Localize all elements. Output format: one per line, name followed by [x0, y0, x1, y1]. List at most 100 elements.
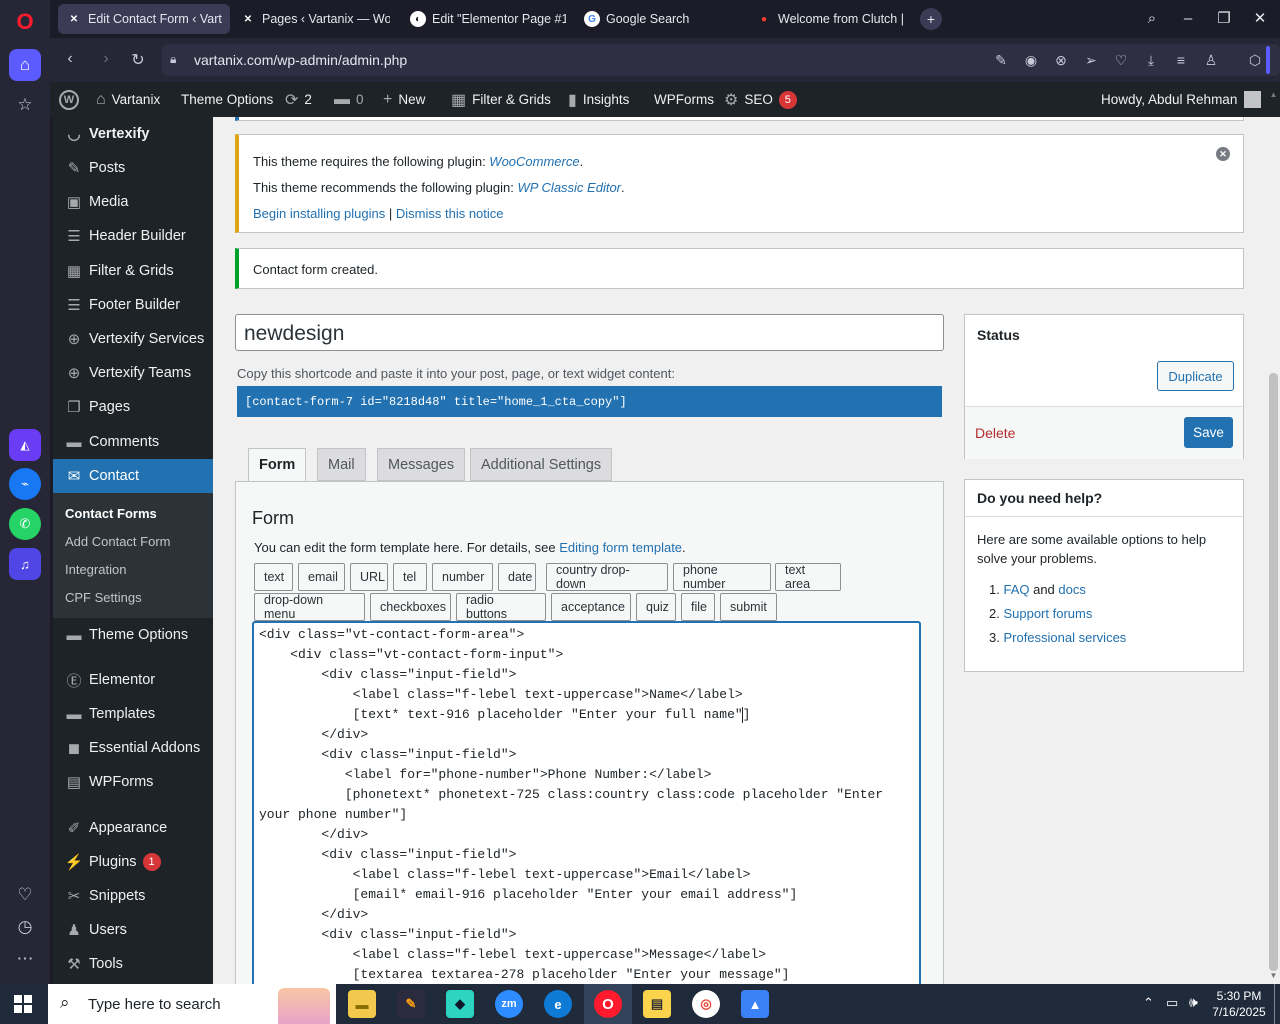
search-tabs-icon[interactable]: ⌕ — [1140, 8, 1164, 30]
sidebar-item-filter-grids[interactable]: ▦ Filter & Grids — [53, 254, 213, 288]
menu-icon[interactable]: ≡ — [1172, 52, 1190, 68]
sidebar-item-snippets[interactable]: ✂ Snippets — [53, 879, 213, 913]
form-title-input[interactable]: newdesign — [235, 314, 944, 351]
sidebar-item-essential-addons[interactable]: ◼ Essential Addons — [53, 731, 213, 765]
sidebar-item-users[interactable]: ♟ Users — [53, 913, 213, 947]
tab-form[interactable]: Form — [248, 448, 307, 482]
sidebar-item-header-builder[interactable]: ☰ Header Builder — [53, 219, 213, 253]
sidebar-item-pages[interactable]: ❐ Pages — [53, 390, 213, 424]
sidebar-item-footer-builder[interactable]: ☰ Footer Builder — [53, 288, 213, 322]
scroll-up-icon[interactable]: ▲ — [1269, 90, 1278, 100]
bookmark-heart-icon[interactable]: ♡ — [1112, 52, 1130, 69]
admin-bar-comments[interactable]: ▬ 0 — [334, 82, 364, 117]
admin-bar-new[interactable]: + New — [383, 82, 425, 117]
volume-icon[interactable]: 🕪︎ — [1189, 994, 1198, 1011]
sticky-notes-icon[interactable]: ▤ — [643, 990, 671, 1018]
sidebar-item-vertexify-services[interactable]: ⊕ Vertexify Services — [53, 322, 213, 356]
faq-link[interactable]: FAQ — [1003, 582, 1029, 597]
sidebar-item-vertexify[interactable]: ◡ Vertexify — [53, 117, 213, 151]
tag-button-acceptance[interactable]: acceptance — [551, 593, 631, 621]
tag-button-date[interactable]: date — [498, 563, 536, 591]
show-desktop-button[interactable] — [1274, 984, 1275, 1024]
admin-bar-site[interactable]: ⌂ Vartanix — [96, 82, 160, 117]
opera-taskbar-icon[interactable]: O — [594, 990, 622, 1018]
music-player-icon[interactable]: ♫ — [9, 548, 41, 580]
dismiss-icon[interactable]: ✕ — [1216, 147, 1230, 161]
download-icon[interactable]: ⤓ — [1142, 52, 1160, 69]
docs-link[interactable]: docs — [1058, 582, 1085, 597]
heart-icon[interactable]: ♡ — [9, 879, 41, 911]
sidebar-item-vertexify-teams[interactable]: ⊕ Vertexify Teams — [53, 356, 213, 390]
sidebar-item-elementor[interactable]: Ⓔ Elementor — [53, 663, 213, 697]
tab-google-search[interactable]: G Google Search — [576, 4, 736, 34]
admin-bar-filter-grids[interactable]: ▦ Filter & Grids — [451, 82, 551, 117]
whatsapp-icon[interactable]: ✆ — [9, 508, 41, 540]
tab-edit-contact-form[interactable]: ✕ Edit Contact Form ‹ Vartan — [58, 4, 230, 34]
admin-bar-insights[interactable]: ▮ Insights — [568, 82, 629, 117]
file-explorer-icon[interactable]: ▬ — [348, 990, 376, 1018]
admin-bar-seo[interactable]: ⚙ SEO 5 — [724, 82, 797, 117]
edge-icon[interactable]: e — [544, 990, 572, 1018]
network-icon[interactable]: ▭ — [1166, 995, 1178, 1011]
reload-icon[interactable]: ↻ — [128, 50, 148, 70]
taskbar-search[interactable]: ⌕ Type here to search — [48, 984, 336, 1024]
send-icon[interactable]: ➢ — [1082, 52, 1100, 69]
admin-bar-theme-options[interactable]: Theme Options — [181, 82, 273, 117]
classic-editor-link[interactable]: WP Classic Editor — [517, 180, 621, 195]
tag-button-country-drop-down[interactable]: country drop-down — [546, 563, 668, 591]
tag-button-email[interactable]: email — [298, 563, 345, 591]
support-forums-link[interactable]: Support forums — [1003, 606, 1092, 621]
tag-button-phone-number[interactable]: phone number — [673, 563, 771, 591]
adblock-icon[interactable]: ⊗ — [1052, 52, 1070, 69]
zoom-icon[interactable]: zm — [495, 990, 523, 1018]
tab-pages[interactable]: ✕ Pages ‹ Vartanix — WordP — [232, 4, 398, 34]
wp-logo-icon[interactable]: W — [59, 82, 79, 117]
forward-icon[interactable]: › — [96, 50, 116, 68]
star-icon[interactable]: ☆ — [9, 89, 41, 121]
tag-button-text-area[interactable]: text area — [775, 563, 841, 591]
submenu-add-contact-form[interactable]: Add Contact Form — [65, 534, 171, 549]
extensions-icon[interactable]: ⬡ — [1246, 52, 1264, 69]
scrollbar-thumb[interactable] — [1269, 373, 1278, 971]
tab-elementor-page[interactable]: ◐ Edit "Elementor Page #10 — [402, 4, 574, 34]
sidebar-item-media[interactable]: ▣ Media — [53, 185, 213, 219]
paint-icon[interactable]: ✎ — [397, 990, 425, 1018]
messenger-icon[interactable]: ⌁ — [9, 468, 41, 500]
aria-icon[interactable]: ◭ — [9, 429, 41, 461]
tag-button-tel[interactable]: tel — [393, 563, 427, 591]
tab-additional-settings[interactable]: Additional Settings — [470, 448, 613, 481]
tag-button-quiz[interactable]: quiz — [636, 593, 676, 621]
tag-button-submit[interactable]: submit — [720, 593, 777, 621]
chrome-icon[interactable]: ◎ — [692, 990, 720, 1018]
delete-link[interactable]: Delete — [975, 425, 1015, 441]
editing-form-template-link[interactable]: Editing form template — [559, 540, 682, 555]
tag-button-text[interactable]: text — [254, 563, 293, 591]
tag-button-radio-buttons[interactable]: radio buttons — [456, 593, 546, 621]
tab-mail[interactable]: Mail — [317, 448, 366, 481]
windows-start-icon[interactable] — [14, 995, 32, 1013]
sidebar-item-wpforms[interactable]: ▤ WPForms — [53, 765, 213, 799]
opera-logo-icon[interactable]: O — [9, 6, 41, 38]
woocommerce-link[interactable]: WooCommerce — [489, 154, 579, 169]
back-icon[interactable]: ‹ — [60, 50, 80, 68]
sidebar-item-posts[interactable]: ✎ Posts — [53, 151, 213, 185]
app-icon[interactable]: ◆ — [446, 990, 474, 1018]
submenu-cpf-settings[interactable]: CPF Settings — [65, 590, 142, 605]
edit-icon[interactable]: ✎ — [992, 52, 1010, 69]
maximize-icon[interactable]: ❐ — [1212, 8, 1236, 30]
sidebar-item-theme-options[interactable]: ▬ Theme Options — [53, 618, 213, 652]
history-icon[interactable]: ◷ — [9, 911, 41, 943]
tray-chevron-icon[interactable]: ⌃ — [1143, 995, 1154, 1011]
sidebar-item-comments[interactable]: ▬ Comments — [53, 425, 213, 459]
url-field[interactable]: 🔒︎ vartanix.com/wp-admin/admin.php ✎ ◉ ⊗… — [162, 44, 1280, 76]
professional-services-link[interactable]: Professional services — [1003, 630, 1126, 645]
sidebar-item-appearance[interactable]: ✐ Appearance — [53, 811, 213, 845]
photos-icon[interactable]: ▲ — [741, 990, 769, 1018]
scroll-down-icon[interactable]: ▼ — [1269, 971, 1278, 981]
begin-installing-link[interactable]: Begin installing plugins — [253, 206, 385, 221]
sidebar-item-contact[interactable]: ✉ Contact — [53, 459, 213, 493]
tab-messages[interactable]: Messages — [377, 448, 466, 481]
tag-button-file[interactable]: file — [681, 593, 715, 621]
dismiss-notice-link[interactable]: Dismiss this notice — [396, 206, 504, 221]
form-template-editor[interactable]: <div class="vt-contact-form-area"> <div … — [252, 621, 921, 1001]
